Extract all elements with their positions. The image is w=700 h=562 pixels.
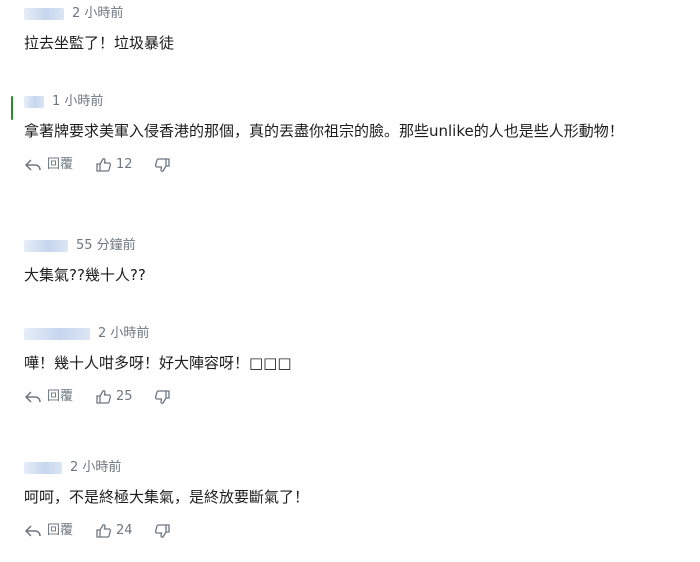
reply-arrow-icon: [24, 524, 42, 538]
like-count: 12: [116, 157, 133, 172]
comment-timestamp: 2 小時前: [70, 460, 122, 475]
like-count: 24: [116, 523, 133, 538]
comment: 2 小時前 嘩！幾十人咁多呀！好大陣容呀！□□□ 回覆 25: [0, 324, 700, 416]
thumbs-up-icon: [95, 389, 112, 405]
comment-header: 2 小時前: [24, 324, 149, 344]
comment-actions: 回覆 12: [24, 156, 193, 174]
reply-label: 回覆: [47, 157, 74, 172]
comment: 1 小時前 拿著牌要求美軍入侵香港的那個，真的丟盡你祖宗的臉。那些unlike的…: [0, 92, 700, 184]
dislike-button[interactable]: [154, 389, 171, 405]
comment-timestamp: 2 小時前: [98, 326, 150, 341]
username-blurred[interactable]: [24, 8, 64, 20]
comment-actions: 回覆 24: [24, 522, 193, 540]
reply-label: 回覆: [47, 389, 74, 404]
comment-header: 1 小時前: [24, 92, 103, 112]
comment-text: 呵呵，不是終極大集氣，是終放要斷氣了！: [24, 488, 310, 506]
thumbs-up-icon: [95, 157, 112, 173]
reply-button[interactable]: 回覆: [24, 156, 73, 174]
thumbs-down-icon: [154, 523, 171, 539]
like-button[interactable]: 25: [95, 388, 133, 406]
dislike-button[interactable]: [154, 157, 171, 173]
dislike-button[interactable]: [154, 523, 171, 539]
thumbs-down-icon: [154, 157, 171, 173]
comment-timestamp: 2 小時前: [72, 6, 124, 21]
comment-timestamp: 55 分鐘前: [76, 238, 136, 253]
comment-actions: 回覆 25: [24, 388, 193, 406]
comment-header: 2 小時前: [24, 458, 121, 478]
username-blurred[interactable]: [24, 96, 44, 108]
comment-header: 2 小時前: [24, 4, 123, 24]
comment-timestamp: 1 小時前: [52, 94, 104, 109]
comment-text: 拉去坐監了！垃圾暴徒: [24, 34, 175, 52]
reply-arrow-icon: [24, 158, 42, 172]
reply-button[interactable]: 回覆: [24, 388, 73, 406]
reply-arrow-icon: [24, 390, 42, 404]
reply-label: 回覆: [47, 523, 74, 538]
username-blurred[interactable]: [24, 462, 62, 474]
thumbs-up-icon: [95, 523, 112, 539]
comment-text: 大集氣??幾十人??: [24, 266, 146, 284]
reply-button[interactable]: 回覆: [24, 522, 73, 540]
like-button[interactable]: 24: [95, 522, 133, 540]
thumbs-down-icon: [154, 389, 171, 405]
comment-text: 拿著牌要求美軍入侵香港的那個，真的丟盡你祖宗的臉。那些unlike的人也是些人形…: [24, 122, 624, 140]
comment: 2 小時前 拉去坐監了！垃圾暴徒: [0, 4, 700, 64]
comment: 2 小時前 呵呵，不是終極大集氣，是終放要斷氣了！ 回覆 24: [0, 458, 700, 550]
like-count: 25: [116, 389, 133, 404]
username-blurred[interactable]: [24, 328, 90, 340]
comment-text: 嘩！幾十人咁多呀！好大陣容呀！□□□: [24, 354, 292, 372]
like-button[interactable]: 12: [95, 156, 133, 174]
username-blurred[interactable]: [24, 240, 68, 252]
comment-header: 55 分鐘前: [24, 236, 136, 256]
comment: 55 分鐘前 大集氣??幾十人??: [0, 236, 700, 296]
